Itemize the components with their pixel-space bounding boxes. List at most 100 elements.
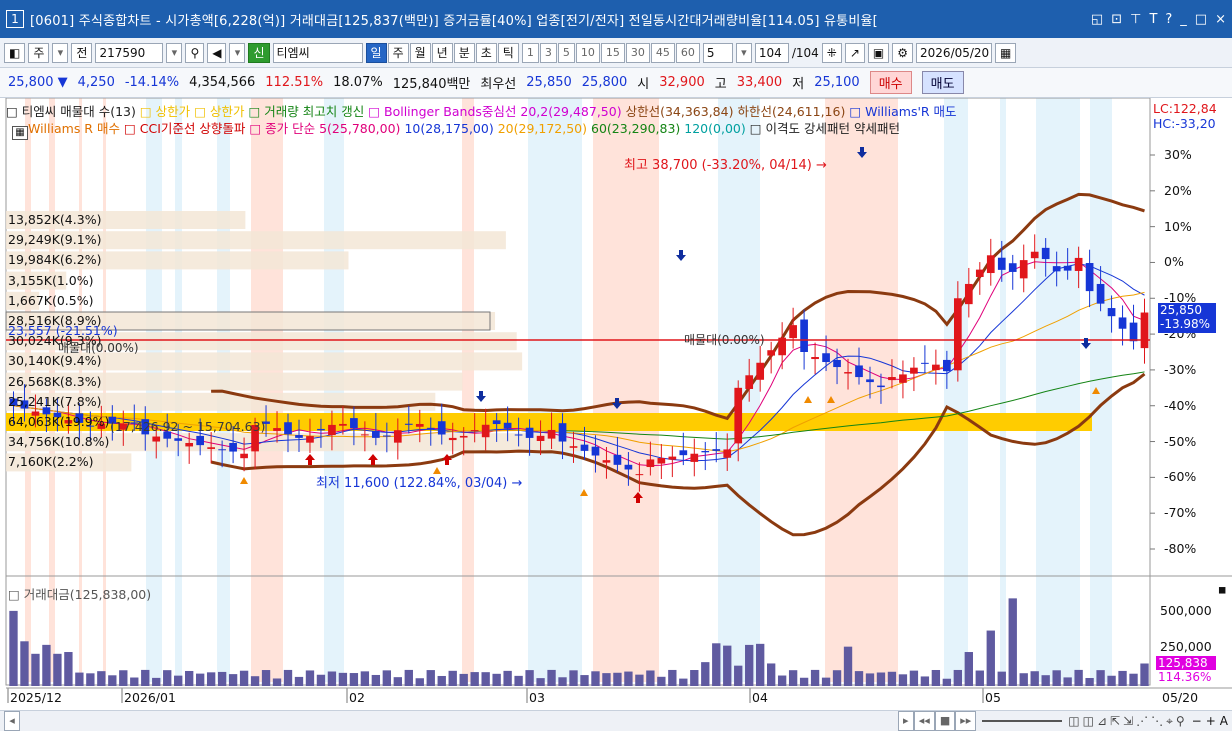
legend-item[interactable]: 약세패턴	[854, 121, 900, 136]
zoom-in-icon[interactable]: +	[1206, 714, 1216, 728]
legend-item[interactable]: 20(29,172,50)	[498, 121, 587, 136]
speaker-dropdown-icon[interactable]: ▾	[229, 42, 246, 63]
calendar-icon[interactable]: ▦	[995, 42, 1017, 63]
legend-item[interactable]: 상한선(34,363,84)	[626, 104, 734, 119]
legend-item[interactable]: □ 거래량 최고치 갱신	[248, 104, 364, 119]
gear-icon[interactable]: ⚙	[892, 42, 914, 63]
tab-week[interactable]: 주	[387, 42, 409, 63]
legend-item[interactable]: □ CCI기준선 상향돌파	[124, 121, 245, 136]
legend-item[interactable]: 하한선(24,611,16)	[737, 104, 845, 119]
mode-select[interactable]: 주	[28, 42, 50, 63]
interval-input[interactable]: 5	[702, 42, 733, 63]
candle-body	[613, 454, 622, 465]
volume-bar	[228, 674, 238, 686]
scroll-left-icon[interactable]: ◂	[4, 711, 20, 731]
volume-bar	[712, 643, 721, 686]
rewind-icon[interactable]: ◂◂	[913, 711, 935, 731]
drawing-tools-icons[interactable]: ◫◫⊿⇱⇲⋰⋱⌖⚲	[1068, 714, 1187, 729]
best-sell-price: 25,850	[526, 75, 572, 90]
indicator-icon[interactable]: ↗	[844, 42, 865, 63]
interval-button[interactable]: 5	[557, 42, 575, 63]
interval-button[interactable]: 10	[575, 42, 600, 63]
legend-item[interactable]: 60(23,290,83)	[591, 121, 680, 136]
interval-button[interactable]: 60	[675, 42, 700, 63]
legend-item[interactable]: □ 이격도 강세패턴	[750, 121, 850, 136]
zoom-slider[interactable]	[982, 720, 1063, 722]
sell-button[interactable]: 매도	[921, 71, 964, 94]
tab-tick[interactable]: 틱	[497, 42, 519, 63]
tab-second[interactable]: 초	[475, 42, 497, 63]
code-dropdown-icon[interactable]: ▾	[166, 42, 183, 63]
highlight-band	[825, 98, 898, 682]
legend-item[interactable]: □ Bollinger Bands중심선 20,2(29,487,50)	[368, 104, 621, 119]
candle-body	[986, 255, 995, 274]
turnover-rate: 18.07%	[333, 75, 383, 90]
legend-item[interactable]: □ Williams'R 매도	[849, 104, 956, 119]
interval-button[interactable]: 30	[625, 42, 650, 63]
candle-body	[459, 435, 468, 438]
interval-button[interactable]: 45	[650, 42, 675, 63]
pin-icon[interactable]: ⊤	[1130, 12, 1141, 27]
layout-icon[interactable]: ◧	[4, 42, 26, 63]
buy-button[interactable]: 매수	[869, 71, 912, 94]
stop-icon[interactable]: ■	[934, 711, 956, 731]
legend-item[interactable]: 120(0,00)	[684, 121, 745, 136]
panel-expand-icon[interactable]: ◼	[1218, 585, 1226, 596]
mode-dropdown-icon[interactable]: ▾	[52, 42, 69, 63]
stock-code-input[interactable]: 217590	[95, 42, 164, 63]
tab-year[interactable]: 년	[431, 42, 453, 63]
play-icon[interactable]: ▸	[897, 711, 914, 731]
date-input[interactable]: 2026/05/20	[916, 42, 993, 63]
fast-forward-icon[interactable]: ▸▸	[955, 711, 977, 731]
search-icon[interactable]: ⚲	[185, 42, 205, 63]
tab-month[interactable]: 월	[409, 42, 431, 63]
volume-bar	[371, 674, 381, 686]
highlight-band	[1036, 98, 1080, 682]
maximize-icon[interactable]: □	[1195, 12, 1207, 27]
legend-item[interactable]: 10(28,175,00)	[404, 121, 493, 136]
indicator-legend-line2[interactable]: Williams R 매수 □ CCI기준선 상향돌파 □ 종가 단순 5(25,7…	[28, 118, 904, 137]
hc-label: HC:-33,20	[1153, 116, 1216, 131]
compare-icon[interactable]: ⁜	[821, 42, 842, 63]
legend-item[interactable]: □ 상한가	[194, 104, 244, 119]
close-icon[interactable]: ×	[1215, 12, 1226, 27]
speaker-icon[interactable]: ◀	[207, 42, 227, 63]
interval-button[interactable]: 1	[521, 42, 539, 63]
count-input[interactable]: 104	[754, 42, 789, 63]
legend-item[interactable]: □ 종가 단순 5(25,780,00)	[249, 121, 400, 136]
legend-item[interactable]: Williams R 매수	[28, 121, 120, 136]
candle-body	[382, 435, 391, 437]
candle-body	[229, 442, 237, 452]
legend-item[interactable]: □ 티엠씨 매물대 수(13)	[6, 104, 136, 119]
interval-button[interactable]: 3	[539, 42, 557, 63]
volume-bar	[1074, 669, 1083, 686]
candle-body	[361, 434, 369, 436]
best-quote-label: 최우선	[480, 77, 517, 92]
interval-button[interactable]: 15	[600, 42, 625, 63]
tab-minute[interactable]: 분	[453, 42, 475, 63]
high-price: 33,400	[736, 75, 783, 90]
font-icon[interactable]: T	[1149, 12, 1157, 27]
interval-dropdown-icon[interactable]: ▾	[735, 42, 752, 63]
volume-bar	[141, 669, 150, 686]
minimize-icon[interactable]: _	[1180, 12, 1187, 27]
table-icon[interactable]: ▦	[12, 126, 28, 140]
candle-body	[284, 422, 292, 435]
price-axis-label: 30%	[1164, 147, 1192, 162]
high-annotation: 최고 38,700 (-33.20%, 04/14) →	[624, 158, 827, 173]
market-select[interactable]: 전	[71, 42, 93, 63]
chart-area[interactable]	[0, 98, 1232, 710]
font-size-icon[interactable]: A	[1220, 714, 1228, 728]
highlight-band	[1000, 98, 1006, 682]
legend-item[interactable]: □ 상한가	[140, 104, 190, 119]
stock-name-field[interactable]: 티엠씨	[272, 42, 363, 63]
save-icon[interactable]: ▣	[867, 42, 890, 63]
zoom-out-icon[interactable]: −	[1192, 714, 1202, 728]
tab-day[interactable]: 일	[365, 42, 387, 63]
candle-body	[1096, 283, 1105, 304]
restore-icon[interactable]: ◱	[1091, 12, 1103, 27]
window-number[interactable]: 1	[6, 10, 24, 28]
help-icon[interactable]: ?	[1165, 12, 1172, 27]
volume-bar	[459, 673, 468, 686]
link-icon[interactable]: ⊡	[1111, 12, 1122, 27]
